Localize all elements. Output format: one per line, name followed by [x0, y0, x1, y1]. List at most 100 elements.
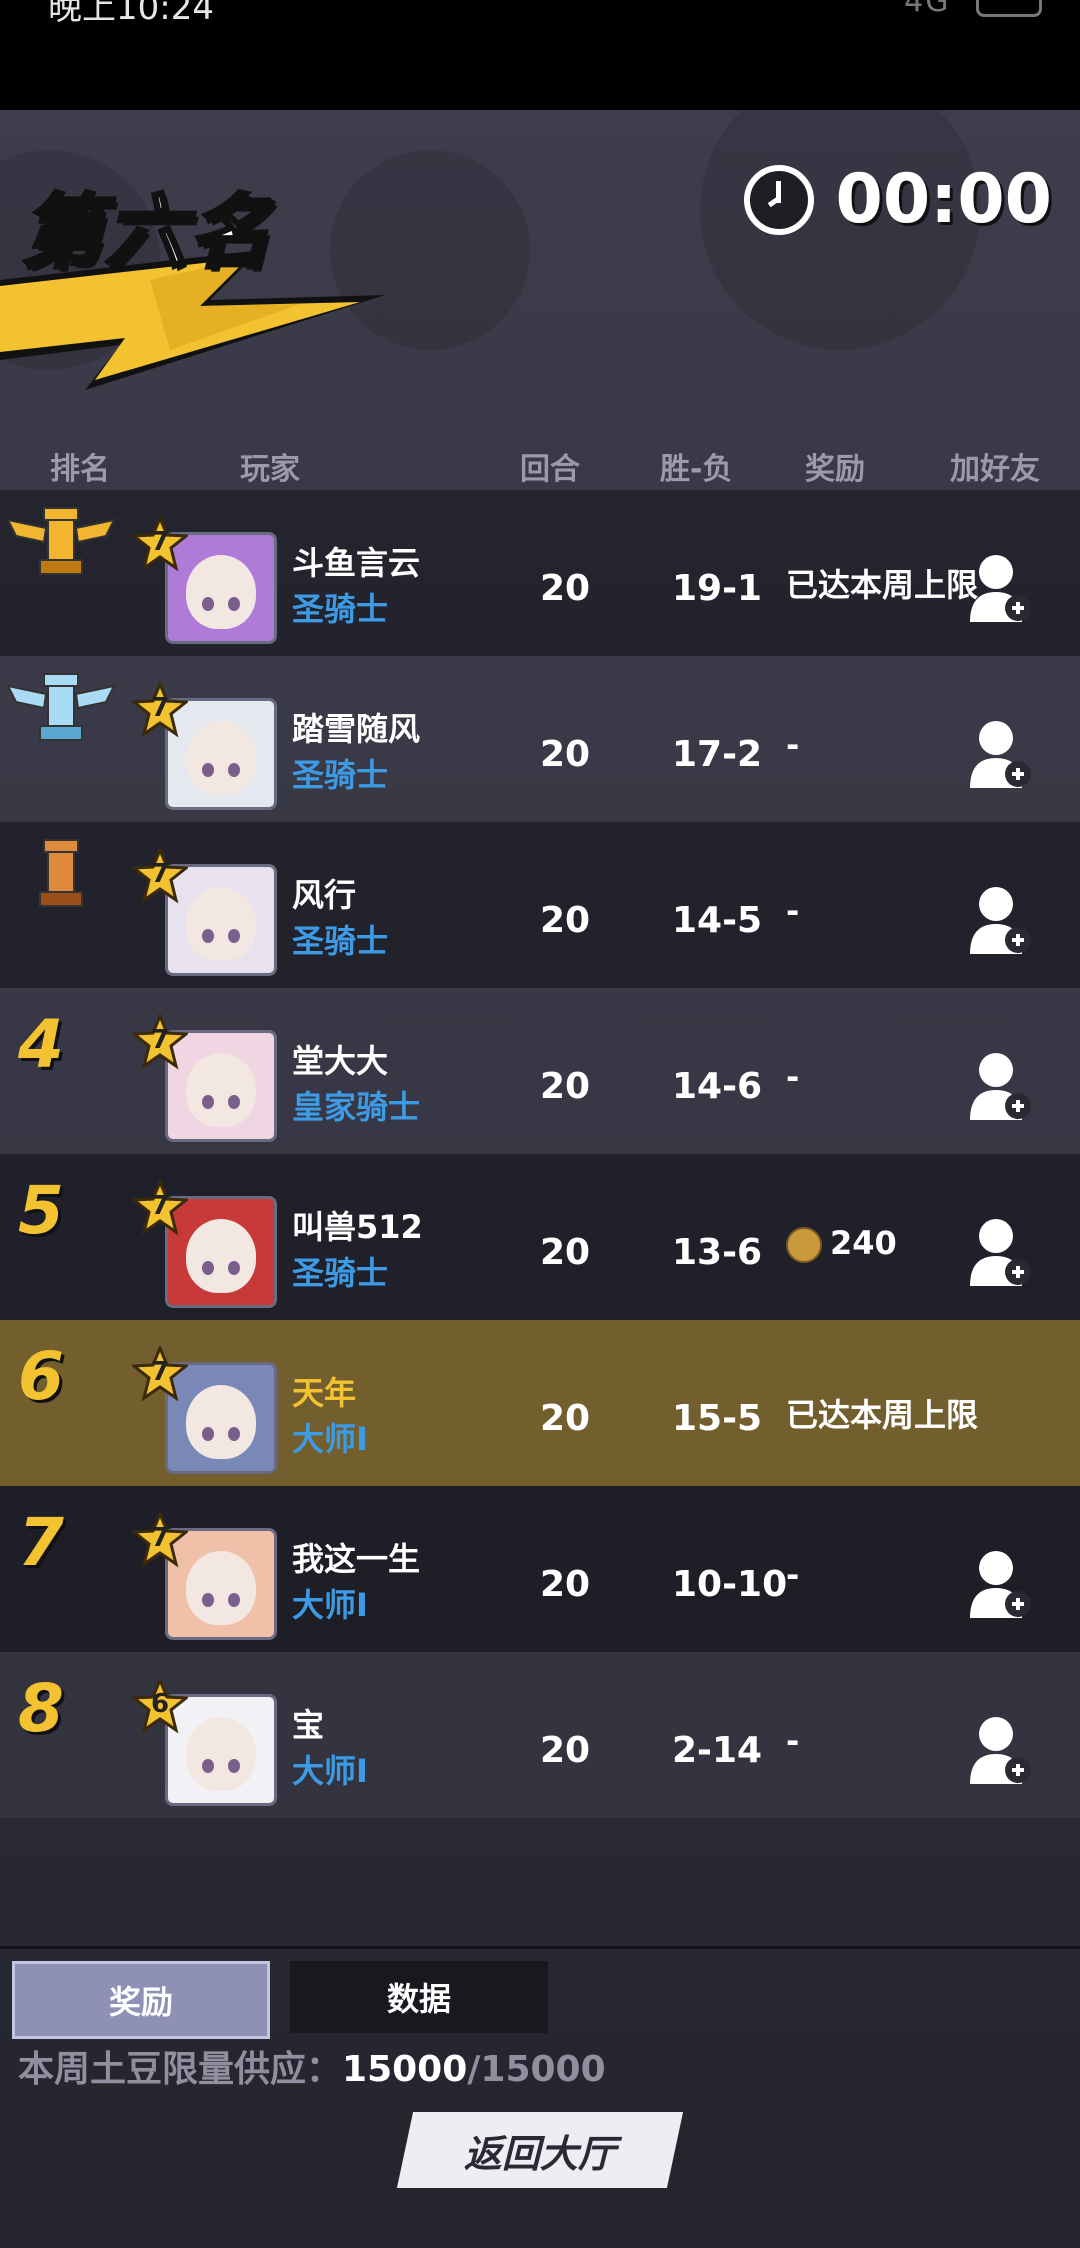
rounds-value: 20 [540, 900, 591, 941]
rounds-value: 20 [540, 1398, 591, 1439]
silver-winged-rook-trophy-icon [6, 673, 116, 741]
player-title: 圣骑士 [292, 756, 389, 794]
reward-cell: 已达本周上限 [786, 566, 979, 604]
reward-cell: - [786, 1722, 800, 1760]
header-win-loss: 胜-负 [660, 452, 733, 487]
status-bar: 晚上10:24 4G [0, 0, 1080, 110]
supply-label: 本周土豆限量供应： [18, 2049, 343, 2090]
player-title: 大师I [292, 1752, 368, 1790]
win-loss-value: 2-14 [672, 1730, 763, 1771]
avatar-face [186, 887, 256, 961]
player-name: 我这一生 [292, 1540, 421, 1578]
battery-icon [976, 0, 1042, 17]
timer-text: 00:00 [835, 160, 1052, 239]
back-to-lobby-label: 返回大厅 [463, 2131, 616, 2176]
rank-number: 8 [18, 1670, 64, 1747]
player-name: 叫兽512 [292, 1208, 423, 1246]
win-loss-value: 10-10 [672, 1564, 788, 1605]
header-rounds: 回合 [520, 452, 580, 487]
level-star-icon [132, 848, 188, 904]
level-star-icon [132, 1014, 188, 1070]
win-loss-value: 14-5 [672, 900, 763, 941]
player-name: 堂大大 [292, 1042, 389, 1080]
timer: 00:00 [743, 160, 1052, 239]
avatar-face [186, 1219, 256, 1293]
player-name: 天年 [292, 1374, 357, 1412]
add-friend-icon[interactable] [968, 1548, 1032, 1620]
clock-icon [743, 164, 814, 235]
win-loss-value: 19-1 [672, 568, 763, 609]
avatar-face [186, 555, 256, 629]
player-row: 5 7 叫兽512 圣骑士 20 13-6 240 [0, 1154, 1080, 1320]
rounds-value: 20 [540, 1564, 591, 1605]
win-loss-value: 17-2 [672, 734, 763, 775]
player-title: 圣骑士 [292, 922, 389, 960]
header-player: 玩家 [240, 452, 300, 487]
player-name: 踏雪随风 [292, 710, 421, 748]
potato-coin-icon [786, 1227, 822, 1263]
level-star-icon [132, 1512, 188, 1568]
win-loss-value: 14-6 [672, 1066, 763, 1107]
add-friend-icon[interactable] [968, 1050, 1032, 1122]
player-title: 大师I [292, 1586, 368, 1624]
reward-cell: - [786, 892, 800, 930]
reward-cell: - [786, 1058, 800, 1096]
player-row: 7 踏雪随风 圣骑士 20 17-2 - [0, 656, 1080, 822]
rank-number: 7 [18, 1504, 64, 1581]
win-loss-value: 13-6 [672, 1232, 763, 1273]
player-title: 大师I [292, 1420, 368, 1458]
supply-max: /15000 [467, 2049, 606, 2090]
header-add-friend: 加好友 [950, 452, 1040, 487]
level-star-icon [132, 1346, 188, 1402]
rounds-value: 20 [540, 1730, 591, 1771]
player-name: 斗鱼言云 [292, 544, 421, 582]
reward-cell: - [786, 726, 800, 764]
header-rank: 排名 [50, 452, 110, 487]
level-star-icon [132, 1678, 188, 1734]
placement-title: 第六名 [20, 184, 274, 281]
back-to-lobby-button[interactable]: 返回大厅 [396, 2112, 684, 2188]
status-icons: 4G [904, 0, 1042, 19]
gold-winged-rook-trophy-icon [6, 507, 116, 575]
bronze-rook-trophy-icon [39, 839, 83, 907]
weekly-supply: 本周土豆限量供应：15000/15000 [18, 2040, 606, 2092]
player-name: 风行 [292, 876, 357, 914]
results-screen: 第六名 00:00 排名 玩家 回合 胜-负 奖励 加好友 7 斗鱼言云 圣骑士… [0, 110, 1080, 2248]
reward-cell: 已达本周上限 [786, 1396, 979, 1434]
reward-cell: - [786, 1556, 800, 1594]
add-friend-icon[interactable] [968, 1714, 1032, 1786]
rank-number: 4 [18, 1006, 64, 1083]
level-star-icon [132, 1180, 188, 1236]
rounds-value: 20 [540, 734, 591, 775]
avatar-face [186, 1385, 256, 1459]
rounds-value: 20 [540, 1066, 591, 1107]
player-row: 8 6 宝 大师I 20 2-14 - [0, 1652, 1080, 1818]
player-row: 7 7 我这一生 大师I 20 10-10 - [0, 1486, 1080, 1652]
tab-data[interactable]: 数据 [290, 1961, 548, 2033]
avatar-face [186, 721, 256, 795]
rounds-value: 20 [540, 1232, 591, 1273]
reward-cell: 240 [786, 1224, 897, 1263]
status-time: 晚上10:24 [48, 0, 214, 28]
add-friend-icon[interactable] [968, 884, 1032, 956]
avatar-face [186, 1053, 256, 1127]
add-friend-icon[interactable] [968, 1216, 1032, 1288]
level-star-icon [132, 516, 188, 572]
tab-reward[interactable]: 奖励 [12, 1961, 270, 2039]
player-title: 圣骑士 [292, 1254, 389, 1292]
player-row: 7 风行 圣骑士 20 14-5 - [0, 822, 1080, 988]
column-headers: 排名 玩家 回合 胜-负 奖励 加好友 [0, 444, 1080, 494]
player-title: 皇家骑士 [292, 1088, 421, 1126]
avatar-face [186, 1717, 256, 1791]
player-name: 宝 [292, 1706, 325, 1744]
level-star-icon [132, 682, 188, 738]
rank-number: 5 [18, 1172, 64, 1249]
add-friend-icon[interactable] [968, 552, 1032, 624]
supply-current: 15000 [342, 2049, 468, 2090]
player-row: 7 斗鱼言云 圣骑士 20 19-1 已达本周上限 [0, 490, 1080, 656]
avatar-face [186, 1551, 256, 1625]
add-friend-icon[interactable] [968, 718, 1032, 790]
player-row: 4 7 堂大大 皇家骑士 20 14-6 - [0, 988, 1080, 1154]
header-reward: 奖励 [805, 452, 865, 487]
player-title: 圣骑士 [292, 590, 389, 628]
